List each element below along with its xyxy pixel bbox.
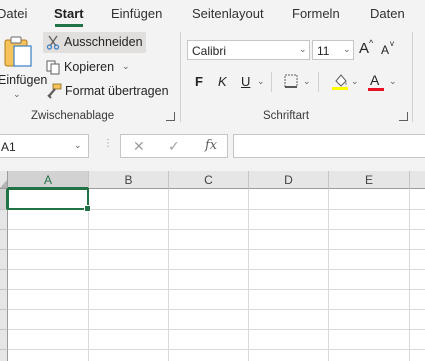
grow-font-icon: A — [359, 40, 370, 57]
tab-seitenlayout[interactable]: Seitenlayout — [192, 6, 264, 21]
select-all-corner[interactable] — [0, 171, 8, 189]
italic-button[interactable]: K — [218, 74, 227, 89]
font-color-icon: A — [370, 72, 380, 88]
row-header-6[interactable] — [0, 290, 8, 310]
fill-color-dropdown-icon[interactable]: ⌄ — [351, 76, 359, 87]
gridline — [8, 229, 425, 230]
ribbon-separator — [318, 72, 319, 92]
ribbon-tabs: Datei Start Einfügen Seitenlayout Formel… — [0, 0, 425, 28]
enter-check-icon[interactable]: ✓ — [168, 138, 180, 155]
font-size-value: 11 — [317, 44, 330, 58]
shrink-font-button[interactable]: A v — [381, 39, 399, 59]
column-header-partial[interactable] — [410, 171, 425, 189]
row-header-3[interactable] — [0, 230, 8, 250]
font-group: Calibri ⌄ 11 ⌄ A ^ A v F K U ⌄ ⌄ ⌄ A ⌄ S… — [181, 28, 411, 125]
row-header-7[interactable] — [0, 310, 8, 330]
column-header-b[interactable]: B — [89, 171, 169, 189]
gridline — [8, 249, 425, 250]
font-name-value: Calibri — [192, 44, 227, 58]
gridline — [248, 189, 249, 361]
gridline — [8, 349, 425, 350]
font-color-dropdown-icon[interactable]: ⌄ — [389, 76, 397, 87]
tab-datei[interactable]: Datei — [0, 6, 27, 21]
cut-label: Ausschneiden — [64, 35, 143, 49]
name-box-value: A1 — [1, 140, 16, 154]
gridline — [328, 189, 329, 361]
shrink-font-icon: A — [381, 43, 390, 57]
gridline — [168, 189, 169, 361]
fill-handle[interactable] — [84, 205, 91, 212]
borders-icon[interactable] — [284, 74, 298, 88]
clipboard-group: Einfügen ⌄ Ausschneiden Kopieren ⌄ Forma… — [0, 28, 180, 125]
clipboard-group-label: Zwischenablage — [31, 110, 115, 122]
column-header-c[interactable]: C — [169, 171, 249, 189]
font-name-combo[interactable]: Calibri ⌄ — [187, 40, 310, 60]
chevron-down-icon[interactable]: ⌄ — [343, 44, 351, 55]
chevron-down-icon[interactable]: ⌄ — [299, 44, 307, 55]
paste-button[interactable]: Einfügen ⌄ — [0, 32, 47, 100]
chevron-down-icon[interactable]: ⌄ — [74, 140, 82, 151]
clipboard-launcher-icon[interactable] — [166, 112, 175, 121]
grow-font-button[interactable]: A ^ — [359, 38, 377, 59]
cut-button[interactable]: Ausschneiden — [43, 32, 146, 53]
paintbrush-icon — [47, 83, 62, 99]
name-box[interactable]: A1 ⌄ — [0, 134, 89, 158]
format-painter-button[interactable]: Format übertragen — [43, 81, 173, 102]
scissors-icon — [46, 35, 60, 50]
font-group-label: Schriftart — [263, 110, 310, 122]
gridline — [88, 189, 89, 361]
copy-button[interactable]: Kopieren ⌄ — [43, 57, 138, 78]
copy-label: Kopieren — [64, 60, 115, 74]
caret-up-icon: ^ — [369, 38, 374, 48]
font-launcher-icon[interactable] — [399, 112, 408, 121]
row-header-4[interactable] — [0, 250, 8, 270]
font-color-button[interactable]: A — [368, 70, 384, 91]
copy-icon — [46, 60, 60, 75]
format-painter-label: Format übertragen — [65, 84, 169, 98]
cancel-icon[interactable]: ✕ — [133, 138, 145, 155]
tab-start[interactable]: Start — [54, 6, 84, 21]
font-color-swatch — [368, 88, 384, 91]
font-size-combo[interactable]: 11 ⌄ — [312, 40, 354, 60]
tab-daten[interactable]: Daten — [370, 6, 405, 21]
formula-bar: A1 ⌄ ⋮ ✕ ✓ fx — [0, 125, 425, 171]
gridline — [8, 309, 425, 310]
row-header-2[interactable] — [0, 210, 8, 230]
caret-down-icon: v — [390, 39, 394, 48]
gridline — [409, 189, 410, 361]
ribbon: Einfügen ⌄ Ausschneiden Kopieren ⌄ Forma… — [0, 28, 425, 125]
active-cell-a1[interactable] — [7, 188, 91, 212]
bold-button[interactable]: F — [195, 74, 203, 89]
insert-function-button[interactable]: fx — [205, 138, 217, 153]
gridline — [8, 269, 425, 270]
underline-button[interactable]: U — [241, 74, 250, 89]
ribbon-separator — [271, 72, 272, 92]
worksheet-grid[interactable]: A B C D E — [0, 171, 425, 361]
column-header-e[interactable]: E — [329, 171, 410, 189]
formula-buttons: ✕ ✓ fx — [120, 134, 228, 158]
paste-label: Einfügen — [0, 73, 48, 87]
row-header-9[interactable] — [0, 350, 8, 361]
more-options-icon: ⋮ — [103, 138, 113, 149]
column-header-a[interactable]: A — [8, 171, 89, 189]
paste-icon — [4, 36, 32, 67]
row-header-8[interactable] — [0, 330, 8, 350]
paste-dropdown-icon[interactable]: ⌄ — [13, 89, 21, 100]
column-header-d[interactable]: D — [249, 171, 329, 189]
borders-dropdown-icon[interactable]: ⌄ — [303, 76, 311, 87]
formula-input[interactable] — [233, 134, 425, 158]
ribbon-separator — [412, 32, 413, 122]
underline-dropdown-icon[interactable]: ⌄ — [257, 76, 265, 87]
tab-einfuegen[interactable]: Einfügen — [111, 6, 162, 21]
copy-dropdown-icon[interactable]: ⌄ — [122, 61, 130, 72]
row-header-5[interactable] — [0, 270, 8, 290]
fill-color-icon[interactable] — [332, 72, 348, 90]
active-tab-indicator — [55, 24, 83, 27]
tab-formeln[interactable]: Formeln — [292, 6, 340, 21]
gridline — [8, 289, 425, 290]
gridline — [8, 329, 425, 330]
